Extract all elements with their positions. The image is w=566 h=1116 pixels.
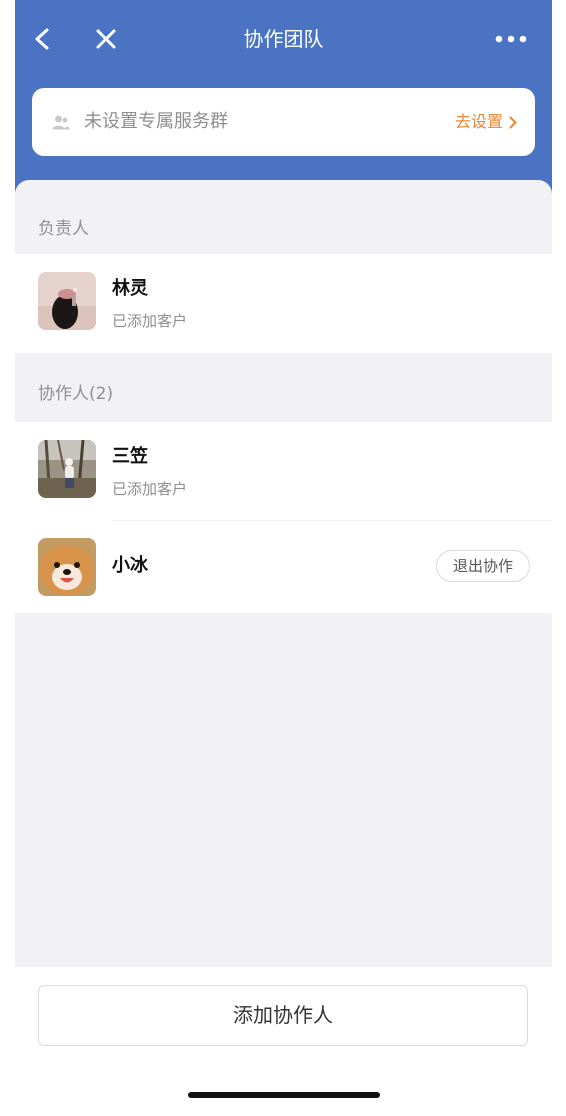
owner-section-header: 负责人 [15,180,552,254]
go-setup-link[interactable]: 去设置 [455,110,517,134]
service-group-card[interactable]: 未设置专属服务群 去设置 [32,88,535,156]
header: 协作团队 未设置专属服务群 去设置 [15,0,552,200]
collaborator-section-title: 协作人(2) [38,384,114,404]
avatar [38,440,96,498]
member-name: 三笠 [112,446,148,467]
member-status: 已添加客户 [112,480,188,498]
collaborator-row[interactable]: 三笠 已添加客户 [15,422,552,521]
home-indicator [188,1092,380,1098]
avatar [38,272,96,330]
owner-section-title: 负责人 [38,219,89,239]
member-name: 林灵 [112,278,148,299]
owner-row[interactable]: 林灵 已添加客户 [15,254,552,353]
service-group-status: 未设置专属服务群 [84,111,228,132]
collaborator-section-header: 协作人(2) [15,353,552,427]
more-dots-icon [495,35,527,43]
avatar [38,538,96,596]
add-collaborator-button[interactable]: 添加协作人 [38,985,528,1046]
member-status: 已添加客户 [112,312,188,330]
quit-collaboration-button[interactable]: 退出协作 [436,550,530,582]
chevron-right-icon [509,116,517,128]
go-setup-label: 去设置 [454,112,503,131]
page-title: 协作团队 [243,27,324,51]
team-content: 负责人 林灵 已添加客户 协作人(2) 三笠 已添加客户 小冰 退出协作 [15,180,552,967]
group-icon [52,115,70,130]
member-name: 小冰 [112,555,148,576]
collaborator-row[interactable]: 小冰 退出协作 [15,521,552,613]
more-button[interactable] [491,22,531,56]
